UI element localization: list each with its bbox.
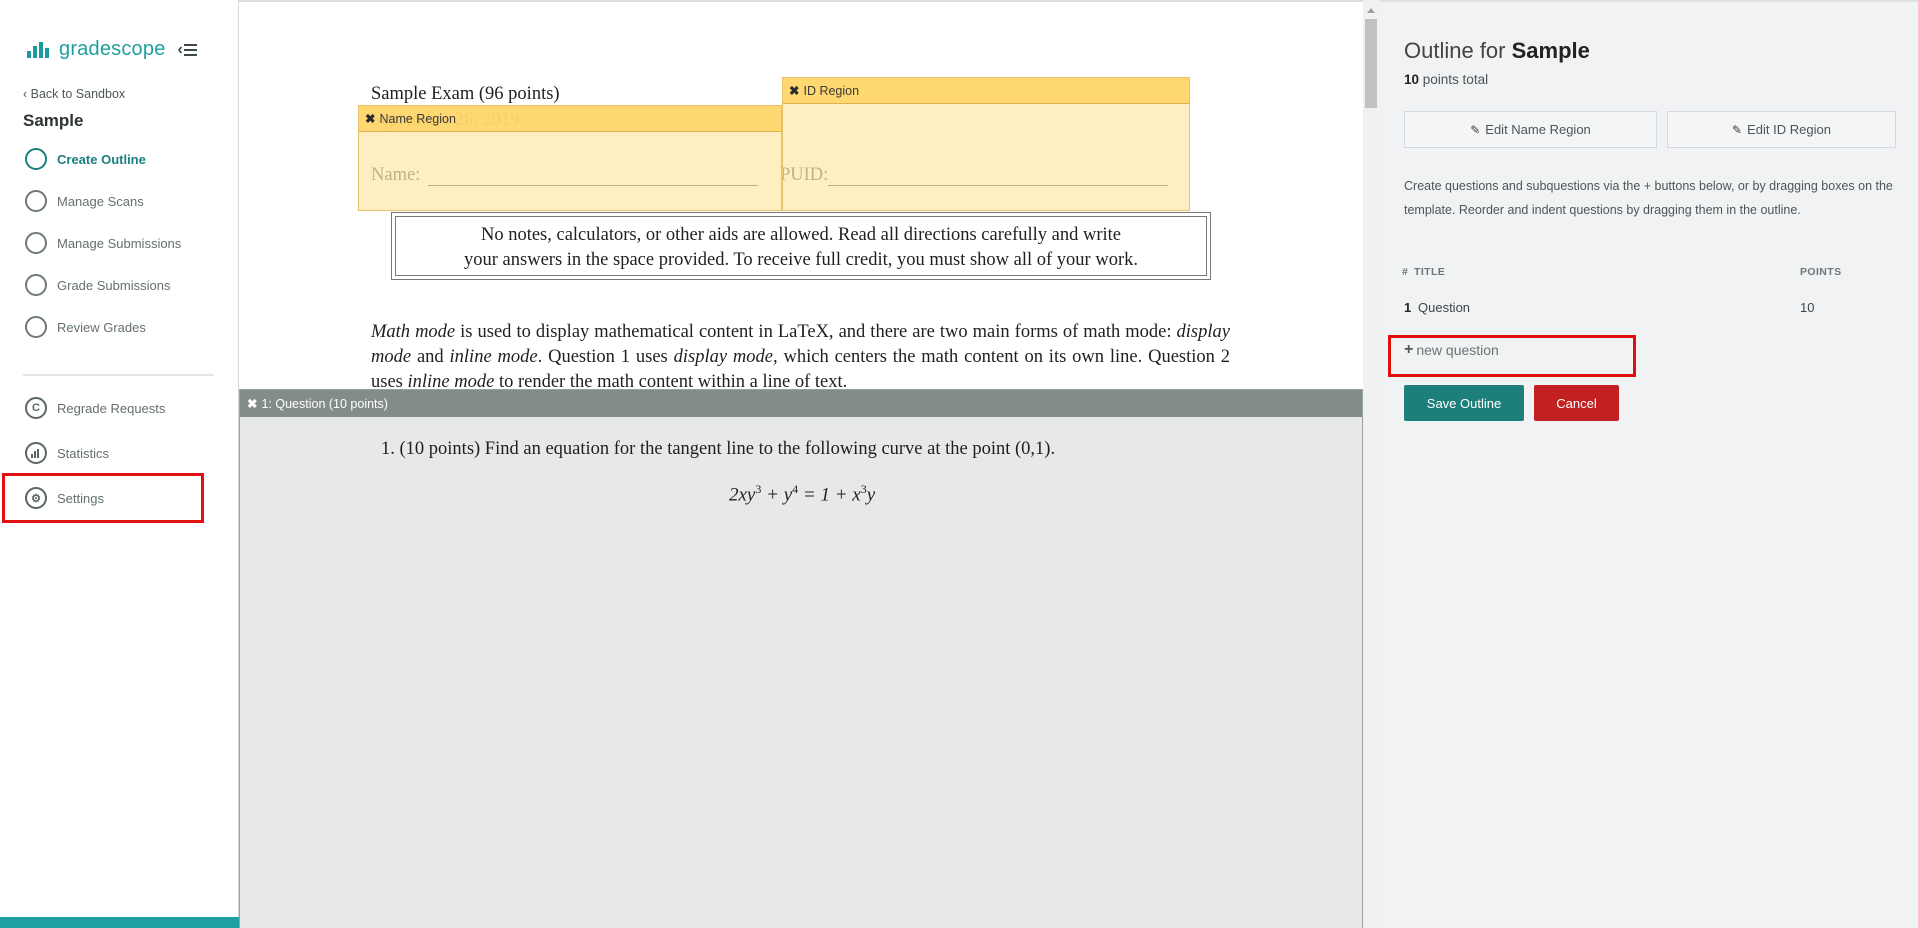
notice-box: No notes, calculators, or other aids are… [391, 212, 1211, 280]
sidebar-item-settings[interactable]: ⚙ Settings [25, 487, 104, 509]
step-circle-icon [25, 274, 47, 296]
pencil-icon: ✎ [1470, 122, 1481, 137]
course-title: Sample [23, 111, 84, 130]
name-region-header[interactable]: ✖ Name Region [359, 106, 781, 132]
new-question-button[interactable]: + new question [1404, 341, 1499, 359]
back-link[interactable]: ‹ Back to Sandbox [23, 87, 125, 101]
step-circle-icon [25, 148, 47, 170]
regrade-icon: C [25, 397, 47, 419]
logo[interactable]: gradescope ‹ [27, 38, 197, 61]
outline-help-text: Create questions and subquestions via th… [1404, 179, 1893, 217]
sidebar-item-regrade-requests[interactable]: C Regrade Requests [25, 397, 165, 419]
sidebar-item-manage-submissions[interactable]: Manage Submissions [25, 232, 181, 254]
points-total: 10 points total [1404, 72, 1489, 87]
id-region-box[interactable]: ✖ ID Region [782, 77, 1190, 211]
step-circle-icon [25, 190, 47, 212]
column-header-points: POINTS [1800, 266, 1842, 278]
intro-paragraph: Math mode is used to display mathematica… [371, 322, 1231, 392]
chevron-left-icon: ‹ [23, 87, 31, 101]
question-region-header[interactable]: ✖ 1: Question (10 points) [240, 390, 1362, 417]
name-region-box[interactable]: ✖ Name Region [358, 105, 782, 211]
chevron-left-icon: ‹ [177, 40, 183, 58]
statistics-icon [25, 442, 47, 464]
close-icon[interactable]: ✖ [789, 83, 799, 98]
menu-icon [183, 43, 197, 56]
question-region-box[interactable]: ✖ 1: Question (10 points) [239, 389, 1363, 928]
sidebar-item-grade-submissions[interactable]: Grade Submissions [25, 274, 170, 296]
cancel-button[interactable]: Cancel [1534, 385, 1619, 421]
close-icon[interactable]: ✖ [247, 396, 257, 411]
exam-title: Sample Exam (96 points) [371, 84, 560, 104]
step-circle-icon [25, 316, 47, 338]
sidebar-item-manage-scans[interactable]: Manage Scans [25, 190, 144, 212]
sidebar-footer-bar [0, 917, 239, 928]
question-equation: 2xy3 + y4 = 1 + x3y [729, 482, 876, 506]
step-circle-icon [25, 232, 47, 254]
column-header-number: # [1402, 266, 1409, 278]
question-row-points[interactable]: 10 [1800, 300, 1814, 315]
edit-id-region-button[interactable]: ✎ Edit ID Region [1667, 111, 1896, 148]
outline-panel: Outline for Sample 10 points total ✎ Edi… [1380, 0, 1918, 928]
logo-text: gradescope [59, 38, 166, 60]
column-header-title: TITLE [1414, 266, 1446, 278]
pencil-icon: ✎ [1732, 122, 1743, 137]
question-text: 1. (10 points) Find an equation for the … [381, 439, 1056, 459]
sidebar: gradescope ‹ ‹ Back to Sandbox Sample Cr… [0, 0, 239, 928]
question-row-title[interactable]: Question [1418, 300, 1470, 315]
plus-icon: + [1404, 341, 1414, 358]
sidebar-divider [23, 374, 214, 376]
scroll-up-icon[interactable] [1367, 8, 1375, 13]
close-icon[interactable]: ✖ [365, 111, 375, 126]
app: gradescope ‹ ‹ Back to Sandbox Sample Cr… [0, 0, 1918, 928]
outline-title: Outline for Sample [1404, 38, 1590, 63]
save-outline-button[interactable]: Save Outline [1404, 385, 1524, 421]
sidebar-item-review-grades[interactable]: Review Grades [25, 316, 146, 338]
gear-icon: ⚙ [25, 487, 47, 509]
question-row-number: 1 [1404, 300, 1412, 315]
collapse-sidebar-button[interactable]: ‹ [178, 41, 197, 59]
edit-name-region-button[interactable]: ✎ Edit Name Region [1404, 111, 1657, 148]
id-region-header[interactable]: ✖ ID Region [783, 78, 1189, 104]
logo-icon [27, 41, 49, 58]
sidebar-item-create-outline[interactable]: Create Outline [25, 148, 146, 170]
document-scrollbar[interactable] [1363, 0, 1380, 928]
scroll-thumb[interactable] [1365, 19, 1377, 108]
template-document[interactable]: Sample Exam (96 points) September 26, 20… [239, 0, 1363, 928]
sidebar-item-statistics[interactable]: Statistics [25, 442, 109, 464]
